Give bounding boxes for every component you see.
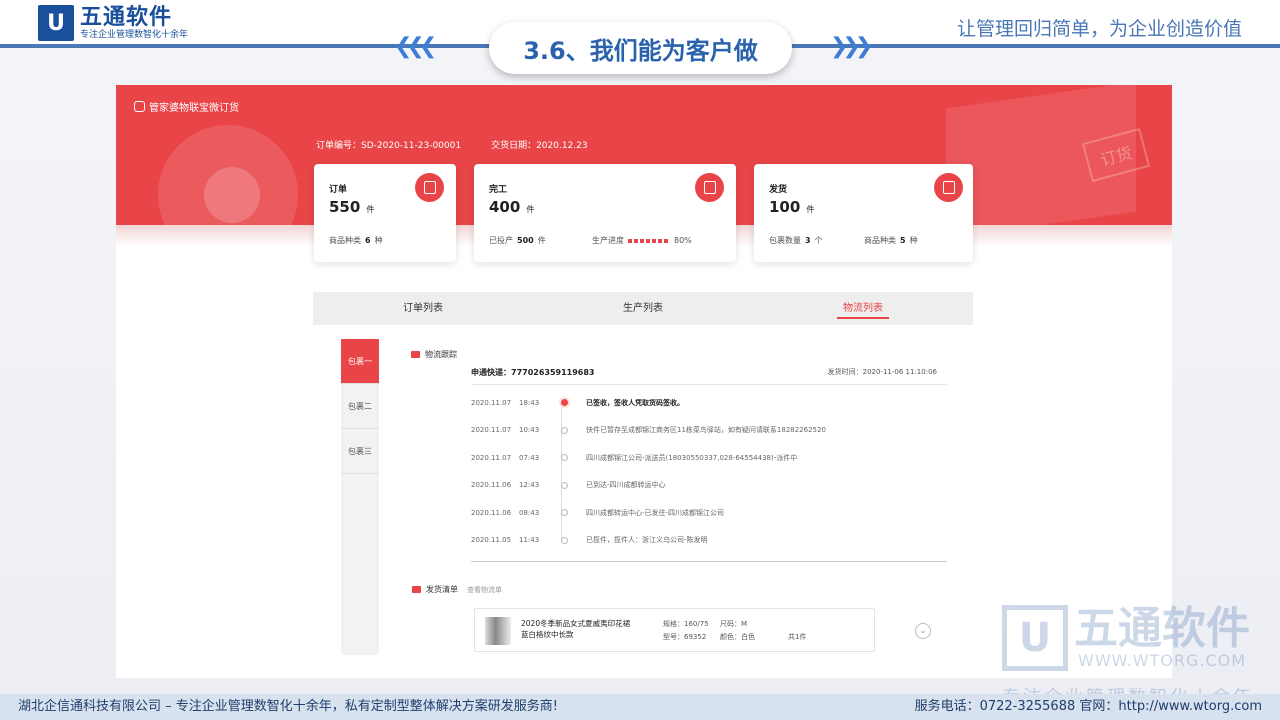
tracking-timeline: 2020.11.07 18:43 已签收，签收人凭取货码签收。 2020.11.07…	[471, 389, 947, 554]
timeline-dot	[561, 454, 568, 462]
tab-production-list[interactable]: 生产列表	[533, 292, 753, 325]
timeline-row: 2020.11.06 08:43 四川成都转运中心-已发往-四川成都锦江公司	[471, 508, 725, 517]
slide-title: 3.6、我们能为客户做	[489, 22, 792, 74]
card-sub: 商品种类 6 种	[329, 236, 383, 245]
shipping-card[interactable]: 发货 100 件 包裹数量 3 个 商品种类 5 种	[754, 164, 973, 262]
watermark-logo: U五通软件 WWW.WTORG.COM 专注企业管理数智化十余年	[1002, 603, 1251, 708]
app-title-text: 管家婆物联宝微订货	[149, 103, 239, 114]
package-item[interactable]: 包裹三	[341, 429, 379, 474]
product-qty: 共1件	[788, 633, 807, 641]
ship-time: 发货时间：2020-11-06 11:10:06	[827, 368, 937, 376]
timeline-row: 2020.11.07 07:43 四川成都锦江公司-派送员(18030550337,…	[471, 453, 798, 462]
tracking-header: 申通快递：777026359119683 发货时间：2020-11-06 11:…	[471, 367, 947, 385]
app-title: 管家婆物联宝微订货	[134, 99, 239, 114]
card-sub: 包裹数量 3 个	[769, 236, 823, 245]
production-card[interactable]: 完工 400 件 已投产 500 件 生产进度 80%	[474, 164, 736, 262]
product-attrs: 尺码：M 颜色：白色	[720, 620, 755, 641]
logo-name: 五通软件	[80, 4, 173, 30]
tab-order-list[interactable]: 订单列表	[313, 292, 533, 325]
order-card[interactable]: 订单 550 件 商品种类 6 种	[314, 164, 456, 262]
view-logistics-link[interactable]: 查看物流单	[467, 585, 502, 595]
footer-company: 湖北企信通科技有限公司 – 专注企业管理数智化十余年，私有定制型整体解决方案研发…	[18, 699, 558, 714]
timeline-row: 2020.11.07 18:43 已签收，签收人凭取货码签收。	[471, 398, 684, 407]
order-number: 订单编号：SD-2020-11-23-00001	[316, 141, 462, 151]
watermark-mark: U	[1002, 605, 1068, 671]
product-thumbnail	[485, 617, 511, 645]
shipping-icon	[934, 173, 963, 202]
timeline-row: 2020.11.05 11:43 已揽件，揽件人：浙江义乌公司-陈发明	[471, 536, 708, 545]
chevron-left-icon: ❮❮❮	[394, 34, 437, 59]
card-value: 100 件	[769, 198, 815, 216]
app-screenshot: 订货 管家婆物联宝微订货 订单编号：SD-2020-11-23-00001 交货…	[116, 85, 1172, 678]
package-list: 包裹一 包裹二 包裹三	[341, 339, 379, 655]
card-sub: 已投产 500 件	[489, 236, 546, 245]
chevron-right-icon: ❯❯❯	[830, 34, 873, 59]
production-icon	[695, 173, 724, 202]
tab-logistics-list[interactable]: 物流列表	[753, 292, 973, 325]
timeline-dot	[561, 481, 568, 489]
progress-bar	[628, 238, 670, 243]
card-label: 完工	[489, 185, 508, 195]
watermark-name: 五通软件	[1074, 603, 1250, 654]
list-icon	[412, 586, 421, 593]
package-item[interactable]: 包裹一	[341, 339, 379, 384]
goods-item[interactable]: 2020冬季新品女式夏威夷印花裙 蓝白格纹中长款 规格：160/75 型号：693…	[474, 608, 875, 652]
order-meta: 订单编号：SD-2020-11-23-00001 交货日期：2020.12.23	[316, 138, 588, 151]
timeline-row: 2020.11.06 12:43 已到达-四川成都转运中心	[471, 481, 666, 490]
timeline-dot	[561, 426, 568, 434]
list-tabs: 订单列表 生产列表 物流列表	[313, 292, 973, 325]
logistics-section-title: 物流跟踪	[411, 349, 457, 360]
header-slogan: 让管理回归简单，为企业创造价值	[956, 18, 1242, 40]
slide-footer: 湖北企信通科技有限公司 – 专注企业管理数智化十余年，私有定制型整体解决方案研发…	[0, 694, 1280, 720]
card-value: 550 件	[329, 198, 375, 216]
footer-contact: 服务电话：0722-3255688 官网：http://www.wtorg.co…	[914, 699, 1262, 714]
delivery-date: 交货日期：2020.12.23	[491, 141, 588, 151]
timeline-dot	[561, 399, 568, 407]
production-progress: 生产进度 80%	[592, 236, 692, 245]
timeline-dot	[561, 536, 568, 544]
card-sub-2: 商品种类 5 种	[864, 236, 918, 245]
package-item[interactable]: 包裹二	[341, 384, 379, 429]
order-icon	[415, 173, 444, 202]
card-label: 发货	[769, 185, 788, 195]
watermark-url: WWW.WTORG.COM	[1078, 651, 1247, 670]
timeline-dot	[561, 509, 568, 517]
chevron-down-icon[interactable]: ⌄	[915, 623, 931, 639]
company-logo: U 五通软件 专注企业管理数智化十余年	[38, 5, 188, 41]
product-name: 2020冬季新品女式夏威夷印花裙 蓝白格纹中长款	[521, 619, 631, 639]
card-value: 400 件	[489, 198, 535, 216]
card-label: 订单	[329, 185, 348, 195]
decor-circle-inner	[204, 167, 260, 223]
product-spec: 规格：160/75 型号：69352	[663, 620, 709, 641]
logo-tagline: 专注企业管理数智化十余年	[80, 29, 189, 40]
logo-mark: U	[38, 5, 74, 41]
timeline-row: 2020.11.07 10:43 快件已暂存至成都锦江商务区11栋菜鸟驿站，如有疑问…	[471, 426, 826, 435]
bag-icon	[134, 101, 145, 112]
express-number: 申通快递：777026359119683	[471, 368, 595, 377]
truck-icon	[411, 351, 420, 358]
divider	[471, 561, 947, 562]
goods-section-title: 发货清单 查看物流单	[412, 584, 502, 595]
